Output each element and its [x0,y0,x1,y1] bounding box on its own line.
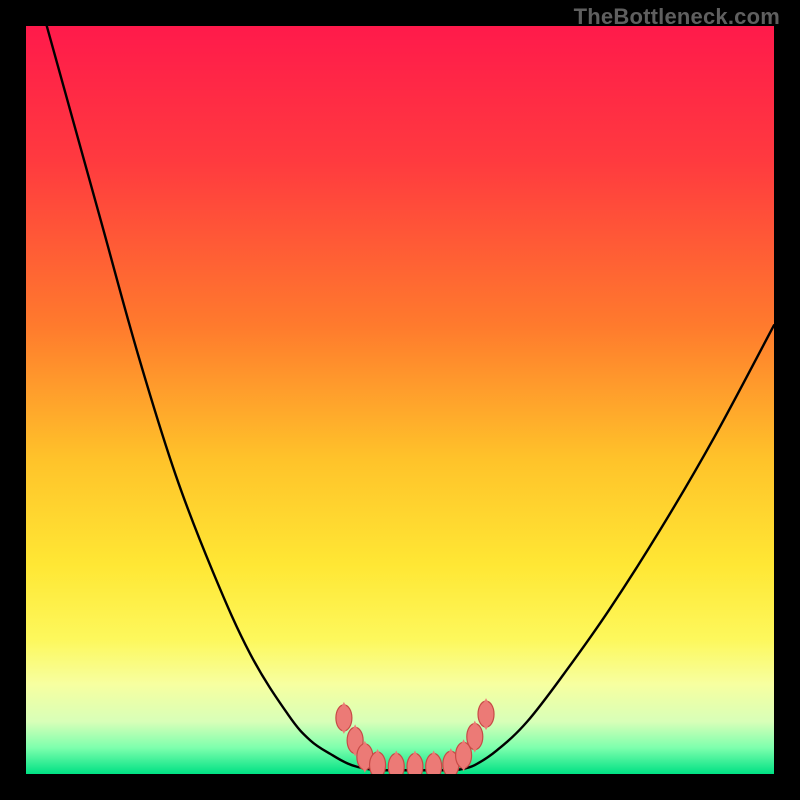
chart-svg [26,26,774,774]
watermark-text: TheBottleneck.com [574,4,780,30]
gradient-background [26,26,774,774]
chart-plot-area [26,26,774,774]
outer-black-frame: TheBottleneck.com [0,0,800,800]
